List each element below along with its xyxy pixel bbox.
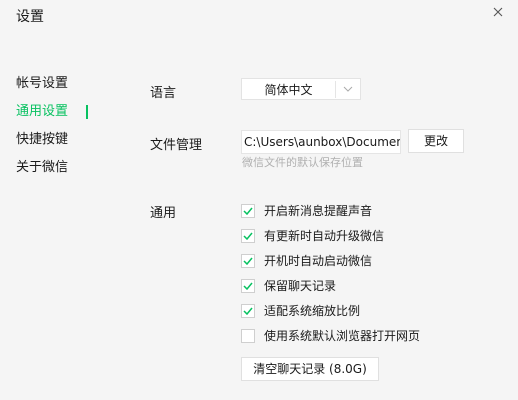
checkbox[interactable] [241,328,255,343]
checkmark-icon [243,232,253,240]
close-button[interactable] [490,4,506,20]
checkmark-icon [243,307,253,315]
language-label: 语言 [150,86,177,101]
window-title: 设置 [16,9,44,25]
chevron-down-icon [336,79,360,99]
option-label: 开启新消息提醒声音 [264,204,373,218]
sidebar: 帐号设置 通用设置 快捷按键 关于微信 [0,70,90,182]
checkbox[interactable] [241,203,255,218]
option-new-message-sound[interactable]: 开启新消息提醒声音 [241,198,420,223]
option-label: 使用系统默认浏览器打开网页 [264,329,421,343]
option-label: 有更新时自动升级微信 [264,229,385,243]
option-label: 适配系统缩放比例 [264,304,361,318]
option-system-scaling[interactable]: 适配系统缩放比例 [241,298,420,323]
option-default-browser[interactable]: 使用系统默认浏览器打开网页 [241,323,420,348]
checkbox[interactable] [241,278,255,293]
checkmark-icon [243,282,253,290]
option-launch-on-startup[interactable]: 开机时自动启动微信 [241,248,420,273]
checkbox[interactable] [241,303,255,318]
sidebar-item-account[interactable]: 帐号设置 [0,70,90,98]
language-select[interactable]: 简体中文 [241,78,361,100]
checkmark-icon [243,207,253,215]
option-label: 保留聊天记录 [264,279,337,293]
checkbox[interactable] [241,228,255,243]
general-label: 通用 [150,206,177,221]
clear-chat-history-button[interactable]: 清空聊天记录 (8.0G) [241,357,379,381]
file-path-hint: 微信文件的默认保存位置 [242,156,363,169]
file-management-label: 文件管理 [150,138,203,153]
option-keep-chat-history[interactable]: 保留聊天记录 [241,273,420,298]
option-auto-update[interactable]: 有更新时自动升级微信 [241,223,420,248]
option-label: 开机时自动启动微信 [264,254,373,268]
sidebar-item-general[interactable]: 通用设置 [0,98,90,126]
sidebar-item-about[interactable]: 关于微信 [0,154,90,182]
change-path-button[interactable]: 更改 [408,129,464,153]
checkbox[interactable] [241,253,255,268]
language-value: 简体中文 [242,80,336,98]
sidebar-item-shortcuts[interactable]: 快捷按键 [0,126,90,154]
close-icon [493,7,503,17]
general-options: 开启新消息提醒声音 有更新时自动升级微信 开机时自动启动微信 保留聊天记录 适配… [241,198,420,348]
checkmark-icon [243,257,253,265]
file-path-field[interactable]: C:\Users\aunbox\Documents [241,130,401,154]
